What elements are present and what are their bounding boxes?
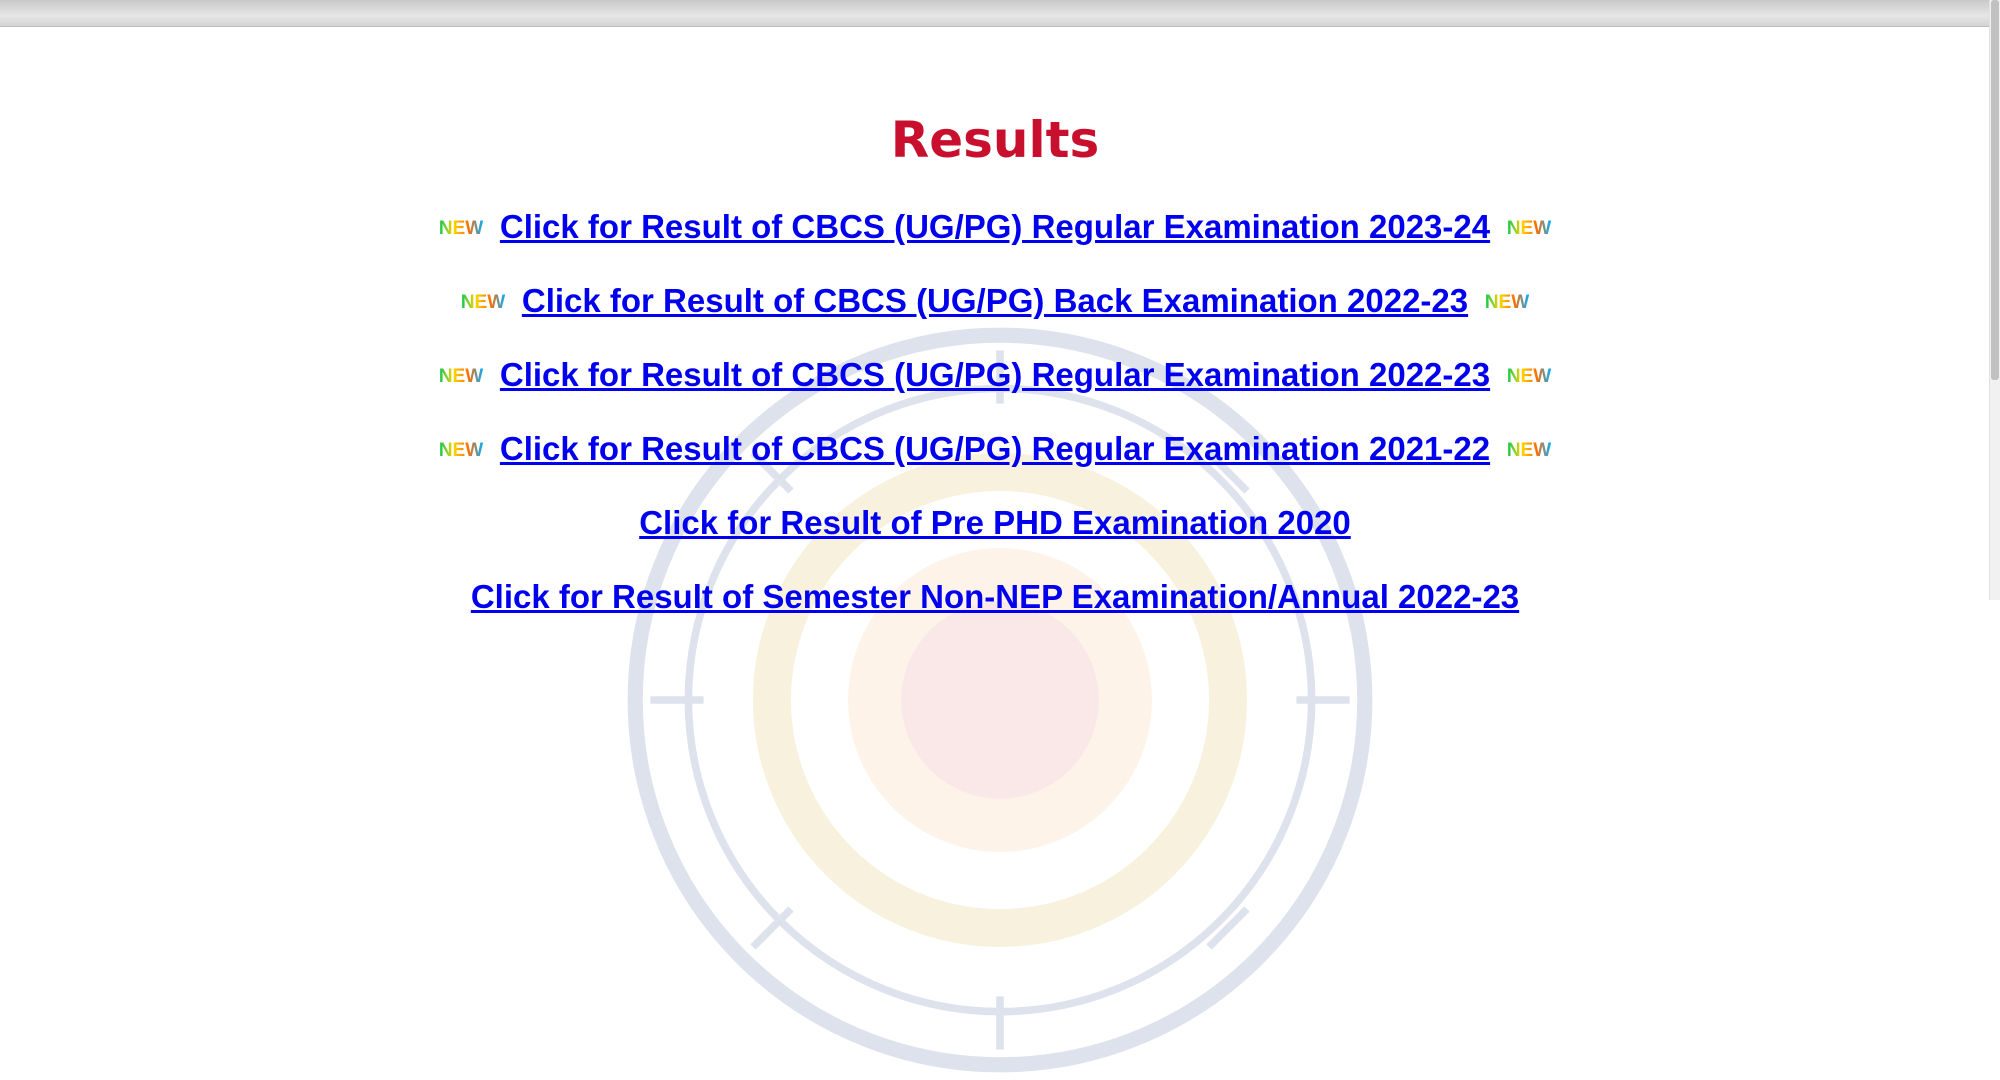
new-badge-text: NEW: [1507, 218, 1551, 239]
new-badge-text: NEW: [1507, 440, 1551, 461]
new-badge-text: NEW: [439, 218, 483, 239]
result-link[interactable]: Click for Result of CBCS (UG/PG) Regular…: [500, 430, 1490, 468]
new-badge-icon: NEW: [439, 366, 483, 387]
result-link-row: NEW Click for Result of CBCS (UG/PG) Regu…: [0, 190, 1990, 264]
new-badge-text: NEW: [439, 366, 483, 387]
new-badge-text: NEW: [1485, 292, 1529, 313]
result-link-row: Click for Result of Pre PHD Examination …: [0, 486, 1990, 560]
new-badge-icon: NEW: [1507, 218, 1551, 239]
result-link[interactable]: Click for Result of Pre PHD Examination …: [639, 504, 1351, 542]
new-badge-text: NEW: [461, 292, 505, 313]
result-link-row: Click for Result of Semester Non-NEP Exa…: [0, 560, 1990, 634]
page-title: Results: [890, 111, 1100, 169]
result-link-row: NEW Click for Result of CBCS (UG/PG) Regu…: [0, 338, 1990, 412]
new-badge-icon: NEW: [1507, 440, 1551, 461]
result-link-row: NEW Click for Result of CBCS (UG/PG) Back…: [0, 264, 1990, 338]
new-badge-text: NEW: [1507, 366, 1551, 387]
results-link-list: NEW Click for Result of CBCS (UG/PG) Regu…: [0, 190, 1990, 634]
new-badge-icon: NEW: [439, 440, 483, 461]
result-link-row: NEW Click for Result of CBCS (UG/PG) Regu…: [0, 412, 1990, 486]
result-link[interactable]: Click for Result of CBCS (UG/PG) Back Ex…: [522, 282, 1468, 320]
scrollbar-thumb[interactable]: [1991, 0, 1999, 380]
browser-top-bar: [0, 0, 1990, 27]
new-badge-text: NEW: [439, 440, 483, 461]
main-content: Results NEW Click for Result of CBCS (UG/…: [0, 26, 1990, 615]
new-badge-icon: NEW: [1507, 366, 1551, 387]
new-badge-icon: NEW: [1485, 292, 1529, 313]
result-link[interactable]: Click for Result of CBCS (UG/PG) Regular…: [500, 356, 1490, 394]
new-badge-icon: NEW: [439, 218, 483, 239]
vertical-scrollbar[interactable]: [1989, 0, 2000, 600]
new-badge-icon: NEW: [461, 292, 505, 313]
result-link[interactable]: Click for Result of Semester Non-NEP Exa…: [471, 578, 1519, 616]
result-link[interactable]: Click for Result of CBCS (UG/PG) Regular…: [500, 208, 1490, 246]
